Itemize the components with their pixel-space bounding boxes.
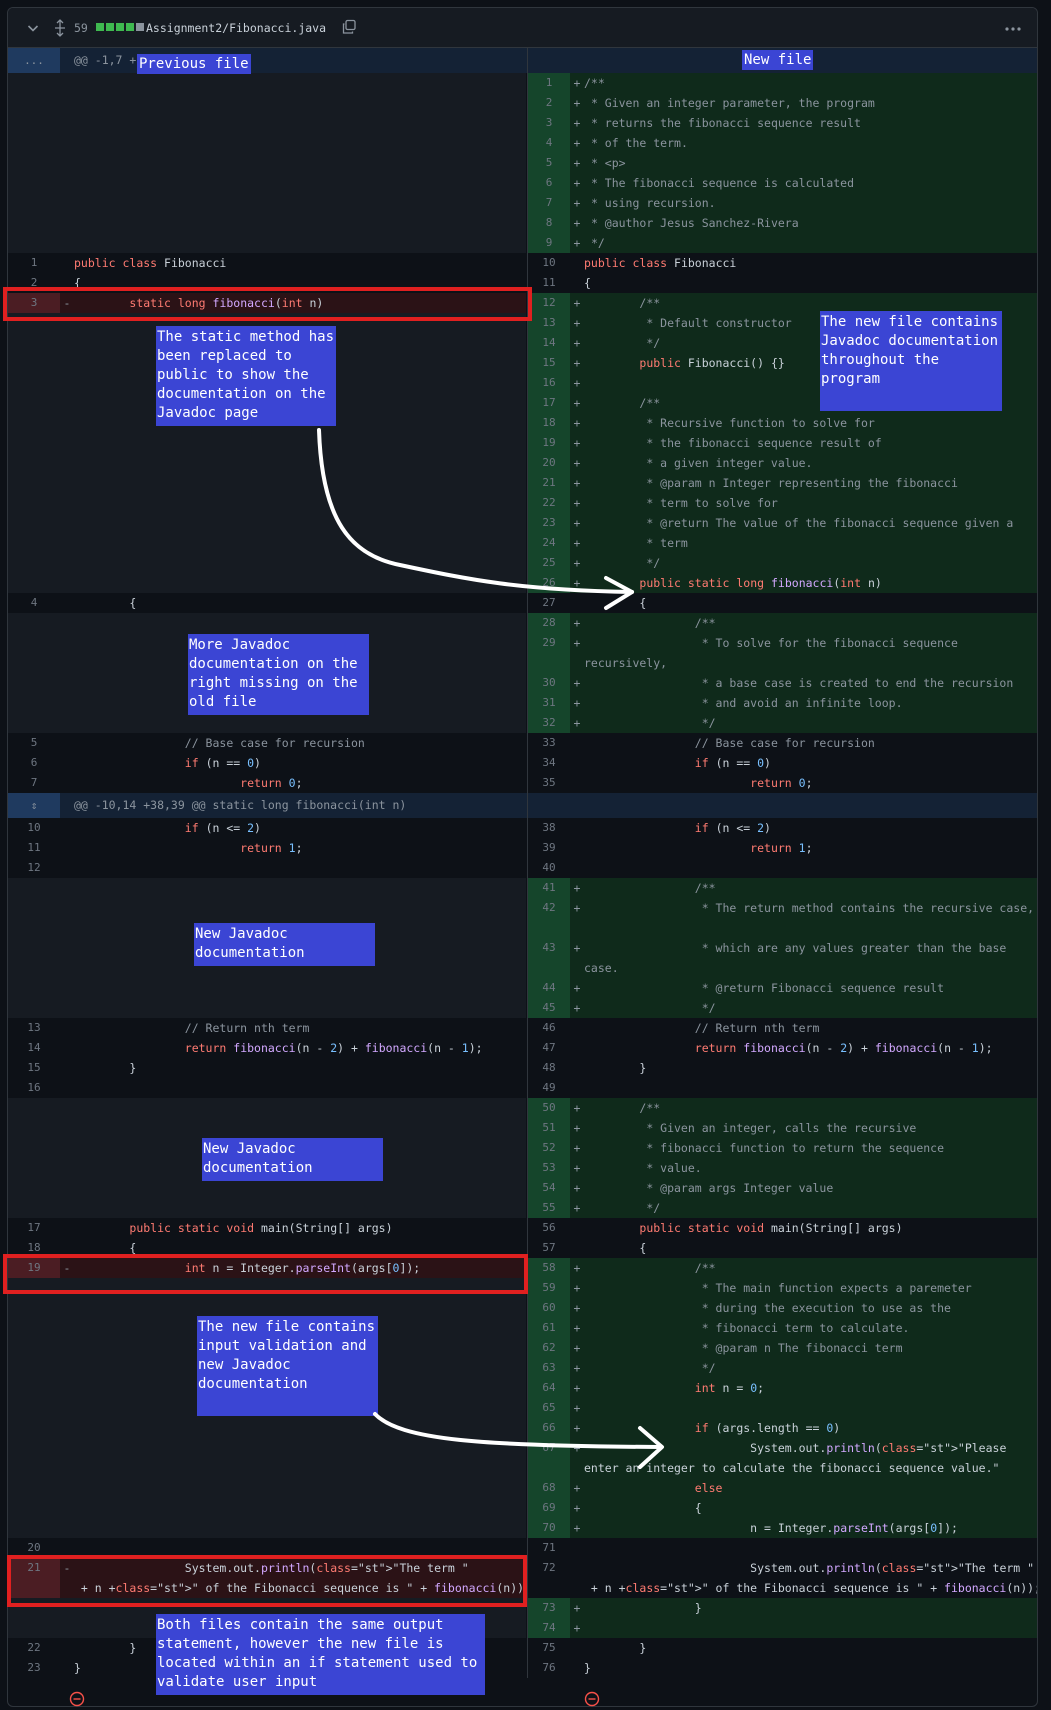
delete-marker-icon: [584, 1691, 600, 1707]
delete-marker-icon: [69, 1691, 85, 1707]
arrow-annotation: [317, 428, 664, 1469]
